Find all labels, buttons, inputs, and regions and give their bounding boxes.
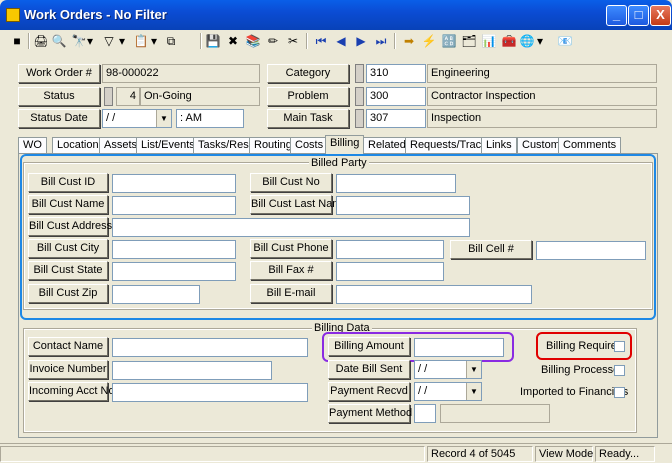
status-main bbox=[0, 446, 425, 462]
tab-wo[interactable]: WO bbox=[18, 137, 47, 153]
chevron-down-icon[interactable]: ▼ bbox=[156, 110, 171, 127]
main-task-lock[interactable] bbox=[355, 109, 364, 128]
status-time-field[interactable]: : AM bbox=[176, 109, 244, 128]
chevron-down-icon[interactable]: ▾ bbox=[118, 32, 126, 50]
tab-location[interactable]: Location bbox=[52, 137, 104, 153]
category-text-field: Engineering bbox=[427, 64, 657, 83]
work-order-button[interactable]: Work Order # bbox=[18, 64, 100, 83]
folder-icon[interactable]: 🗂 bbox=[460, 32, 478, 50]
copy-icon[interactable]: ⧉ bbox=[162, 32, 180, 50]
status-date-value: / / bbox=[106, 112, 116, 124]
web-icon[interactable]: 🌐 bbox=[518, 32, 536, 50]
billing-processed-label: Billing Processed bbox=[541, 364, 626, 376]
work-order-field: 98-000022 bbox=[102, 64, 260, 83]
preview-icon[interactable]: 🔍 bbox=[50, 32, 68, 50]
problem-code-field[interactable]: 300 bbox=[366, 87, 426, 106]
toolbar-separator bbox=[28, 33, 30, 49]
main-task-code-field[interactable]: 307 bbox=[366, 109, 426, 128]
incoming-acct-button[interactable]: Incoming Acct No bbox=[28, 382, 115, 401]
chevron-down-icon[interactable]: ▾ bbox=[536, 32, 544, 50]
last-record-icon[interactable]: ⏭ bbox=[372, 32, 390, 50]
status-text-field: On-Going bbox=[140, 87, 260, 106]
date-bill-sent-value: / / bbox=[418, 363, 428, 375]
status-date-button[interactable]: Status Date bbox=[18, 109, 100, 128]
payment-recvd-value: / / bbox=[418, 385, 428, 397]
goto-icon[interactable]: ➡ bbox=[400, 32, 418, 50]
tab-related[interactable]: Related bbox=[363, 137, 411, 153]
first-record-icon[interactable]: ⏮ bbox=[312, 32, 330, 50]
payment-recvd-field[interactable]: / / ▼ bbox=[414, 382, 482, 401]
main-task-button[interactable]: Main Task bbox=[267, 109, 349, 128]
invoice-number-button[interactable]: Invoice Number bbox=[28, 360, 108, 379]
toolbox-icon[interactable]: 🧰 bbox=[500, 32, 518, 50]
payment-method-code-field[interactable] bbox=[414, 404, 436, 423]
chevron-down-icon[interactable]: ▾ bbox=[86, 32, 94, 50]
edit-icon[interactable]: ✏ bbox=[264, 32, 282, 50]
cut-icon[interactable]: ✂ bbox=[284, 32, 302, 50]
status-lock[interactable] bbox=[104, 87, 113, 106]
lightning-icon[interactable]: ⚡ bbox=[420, 32, 438, 50]
billing-processed-checkbox[interactable] bbox=[614, 365, 625, 376]
tab-list-events[interactable]: List/Events bbox=[136, 137, 200, 153]
contact-name-button[interactable]: Contact Name bbox=[28, 337, 108, 356]
close-button[interactable]: X bbox=[650, 5, 671, 26]
billing-required-highlight bbox=[536, 332, 632, 360]
billing-amount-highlight bbox=[322, 332, 514, 362]
payment-recvd-button[interactable]: Payment Recvd bbox=[328, 382, 410, 401]
problem-button[interactable]: Problem bbox=[267, 87, 349, 106]
status-button[interactable]: Status bbox=[18, 87, 100, 106]
date-bill-sent-button[interactable]: Date Bill Sent bbox=[328, 360, 410, 379]
tab-costs[interactable]: Costs bbox=[290, 137, 329, 153]
minimize-button[interactable]: _ bbox=[606, 5, 627, 26]
tab-links[interactable]: Links bbox=[481, 137, 517, 153]
save-icon[interactable]: 💾 bbox=[204, 32, 222, 50]
toolbar-separator bbox=[306, 33, 308, 49]
print-icon[interactable]: 🖨 bbox=[32, 32, 50, 50]
tab-billing[interactable]: Billing bbox=[325, 135, 365, 154]
problem-text-field: Contractor Inspection bbox=[427, 87, 657, 106]
fields-icon[interactable]: 🔠 bbox=[440, 32, 458, 50]
status-date-field[interactable]: / / ▼ bbox=[102, 109, 172, 128]
payment-method-button[interactable]: Payment Method bbox=[328, 404, 412, 423]
chevron-down-icon[interactable]: ▾ bbox=[150, 32, 158, 50]
ready-status: Ready... bbox=[595, 446, 655, 462]
invoice-number-field[interactable] bbox=[112, 361, 272, 380]
tab-comments[interactable]: Comments bbox=[558, 137, 622, 153]
incoming-acct-field[interactable] bbox=[112, 383, 308, 402]
maximize-button[interactable]: □ bbox=[628, 5, 649, 26]
view-mode: View Mode bbox=[535, 446, 593, 462]
books-icon[interactable]: 📚 bbox=[244, 32, 262, 50]
record-count: Record 4 of 5045 bbox=[427, 446, 533, 462]
filter-icon[interactable]: ▽ bbox=[100, 32, 118, 50]
next-record-icon[interactable]: ▶ bbox=[352, 32, 370, 50]
chevron-down-icon[interactable]: ▼ bbox=[466, 361, 481, 378]
delete-icon[interactable]: ✖ bbox=[224, 32, 242, 50]
imported-checkbox[interactable] bbox=[614, 387, 625, 398]
toolbar-separator bbox=[200, 33, 202, 49]
window-title: Work Orders - No Filter bbox=[24, 7, 167, 22]
category-button[interactable]: Category bbox=[267, 64, 349, 83]
chart-icon[interactable]: 📊 bbox=[480, 32, 498, 50]
app-icon bbox=[6, 8, 20, 22]
mail-icon[interactable]: 📧 bbox=[556, 32, 574, 50]
contact-name-field[interactable] bbox=[112, 338, 308, 357]
problem-lock[interactable] bbox=[355, 87, 364, 106]
category-code-field[interactable]: 310 bbox=[366, 64, 426, 83]
main-task-text-field: Inspection bbox=[427, 109, 657, 128]
date-bill-sent-field[interactable]: / / ▼ bbox=[414, 360, 482, 379]
toolbar: ■ 🖨 🔍 🔭 ▾ ▽ ▾ 📋 ▾ ⧉ 💾 ✖ 📚 ✏ ✂ ⏮ ◀ ▶ ⏭ ➡ … bbox=[4, 30, 668, 52]
status-code-field: 4 bbox=[116, 87, 140, 106]
prev-record-icon[interactable]: ◀ bbox=[332, 32, 350, 50]
toolbar-separator bbox=[394, 33, 396, 49]
billed-party-highlight bbox=[20, 154, 656, 320]
tab-requests-track[interactable]: Requests/Track bbox=[405, 137, 492, 153]
tab-tasks-res[interactable]: Tasks/Res bbox=[193, 137, 254, 153]
payment-method-text-field bbox=[440, 404, 550, 423]
grid-icon[interactable]: ■ bbox=[8, 32, 26, 50]
clipboard-icon[interactable]: 📋 bbox=[132, 32, 150, 50]
chevron-down-icon[interactable]: ▼ bbox=[466, 383, 481, 400]
category-lock[interactable] bbox=[355, 64, 364, 83]
imported-label: Imported to Financials bbox=[520, 386, 629, 398]
status-bar: Record 4 of 5045 View Mode Ready... bbox=[0, 443, 672, 463]
